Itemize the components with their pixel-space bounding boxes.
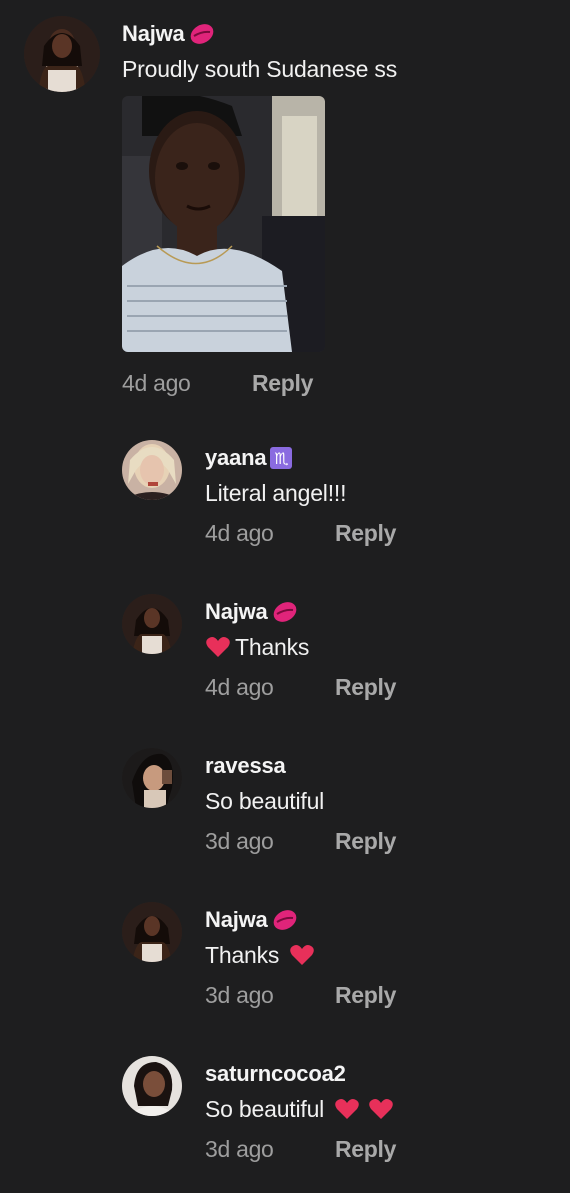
heart-icon (289, 943, 315, 967)
comment-body: yaana ♏ Literal angel!!! 4d ago Reply (205, 440, 396, 548)
heart-icon (368, 1097, 394, 1121)
avatar[interactable] (122, 594, 182, 654)
kiss-mark-icon (188, 22, 216, 46)
scorpio-icon: ♏ (270, 447, 293, 469)
comment-photo[interactable] (122, 96, 325, 352)
comment-meta: 4d ago Reply (205, 672, 396, 702)
comment-body: Najwa Thanks 4d ago Reply (205, 594, 396, 702)
comment-body: saturncocoa2 So beautiful 3d ago Reply (205, 1056, 396, 1164)
comment-item: Najwa Proudly south Sudanese ss 4d ago R… (24, 16, 397, 398)
comment-text: Thanks (205, 632, 396, 662)
username[interactable]: Najwa (205, 907, 268, 933)
comment-text: Proudly south Sudanese ss (122, 54, 397, 84)
kiss-mark-icon (271, 908, 299, 932)
comment-text-content: Proudly south Sudanese ss (122, 55, 398, 82)
username[interactable]: Najwa (122, 21, 185, 47)
username-row: yaana ♏ (205, 444, 396, 472)
timestamp: 3d ago (205, 827, 274, 854)
comment-thread: Najwa Proudly south Sudanese ss 4d ago R… (0, 0, 570, 1193)
comment-text: Literal angel!!! (205, 478, 396, 508)
reply-item: Najwa Thanks 4d ago Reply (122, 594, 396, 702)
heart-icon (334, 1097, 360, 1121)
heart-icon (205, 635, 231, 659)
reply-button[interactable]: Reply (335, 674, 396, 701)
comment-meta: 3d ago Reply (205, 980, 396, 1010)
comment-text: Thanks (205, 940, 396, 970)
timestamp: 4d ago (122, 369, 191, 396)
username[interactable]: Najwa (205, 599, 268, 625)
comment-meta: 4d ago Reply (122, 368, 397, 398)
comment-body: Najwa Thanks 3d ago Reply (205, 902, 396, 1010)
comment-text: So beautiful (205, 1094, 396, 1124)
timestamp: 3d ago (205, 1135, 274, 1162)
avatar[interactable] (122, 440, 182, 500)
comment-body: ravessa So beautiful 3d ago Reply (205, 748, 396, 856)
timestamp: 4d ago (205, 673, 274, 700)
comment-body: Najwa Proudly south Sudanese ss 4d ago R… (122, 16, 397, 398)
reply-button[interactable]: Reply (335, 520, 396, 547)
reply-button[interactable]: Reply (335, 982, 396, 1009)
avatar[interactable] (122, 902, 182, 962)
reply-item: ravessa So beautiful 3d ago Reply (122, 748, 396, 856)
timestamp: 3d ago (205, 981, 274, 1008)
comment-meta: 3d ago Reply (205, 1134, 396, 1164)
username-row: Najwa (205, 906, 396, 934)
username[interactable]: yaana (205, 445, 267, 471)
timestamp: 4d ago (205, 519, 274, 546)
reply-button[interactable]: Reply (335, 828, 396, 855)
reply-button[interactable]: Reply (335, 1136, 396, 1163)
comment-text-content: Thanks (235, 633, 310, 660)
comment-meta: 4d ago Reply (205, 518, 396, 548)
reply-button[interactable]: Reply (252, 370, 313, 397)
avatar[interactable] (122, 1056, 182, 1116)
comment-text-content: Thanks (205, 941, 280, 968)
username-row: Najwa (205, 598, 396, 626)
avatar[interactable] (24, 16, 100, 92)
comment-text: So beautiful (205, 786, 396, 816)
reply-item: Najwa Thanks 3d ago Reply (122, 902, 396, 1010)
comment-meta: 3d ago Reply (205, 826, 396, 856)
comment-text-content: Literal angel!!! (205, 479, 347, 506)
username[interactable]: saturncocoa2 (205, 1061, 346, 1087)
reply-item: yaana ♏ Literal angel!!! 4d ago Reply (122, 440, 396, 548)
username[interactable]: ravessa (205, 753, 286, 779)
kiss-mark-icon (271, 600, 299, 624)
comment-text-content: So beautiful (205, 787, 325, 814)
avatar[interactable] (122, 748, 182, 808)
reply-item: saturncocoa2 So beautiful 3d ago Reply (122, 1056, 396, 1164)
username-row: ravessa (205, 752, 396, 780)
comment-text-content: So beautiful (205, 1095, 325, 1122)
username-row: saturncocoa2 (205, 1060, 396, 1088)
username-row: Najwa (122, 20, 397, 48)
